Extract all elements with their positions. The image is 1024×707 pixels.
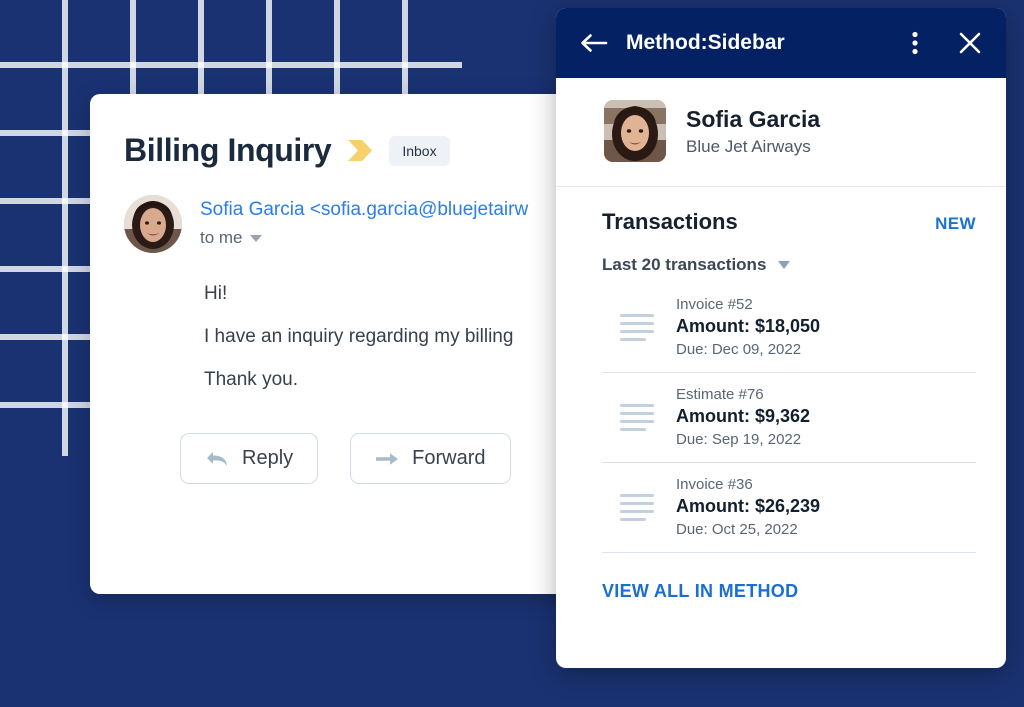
transaction-details: Invoice #52 Amount: $18,050 Due: Dec 09,… [676, 296, 820, 358]
transaction-due-date: Due: Dec 09, 2022 [676, 341, 802, 358]
reply-button-label: Reply [242, 447, 294, 469]
contact-name: Sofia Garcia [686, 105, 821, 132]
transaction-reference: Estimate #76 [676, 386, 764, 403]
contact-summary: Sofia Garcia Blue Jet Airways [556, 78, 1006, 187]
more-vertical-icon[interactable] [912, 31, 918, 55]
transactions-section: Transactions NEW Last 20 transactions In… [556, 187, 1006, 668]
forward-button[interactable]: Forward [350, 433, 511, 484]
forward-arrow-icon [376, 452, 399, 465]
forward-button-label: Forward [412, 447, 486, 469]
caret-down-icon [778, 261, 791, 269]
transactions-filter-dropdown[interactable]: Last 20 transactions [602, 255, 976, 275]
table-row[interactable]: Estimate #76 Amount: $9,362 Due: Sep 19,… [602, 373, 976, 463]
email-sender-row: Sofia Garcia <sofia.garcia@bluejetairw t… [124, 195, 528, 253]
transactions-header: Transactions NEW [602, 209, 976, 235]
transaction-due-date: Due: Oct 25, 2022 [676, 521, 798, 538]
sidebar-header: Method:Sidebar [556, 8, 1006, 78]
new-transaction-button[interactable]: NEW [935, 214, 976, 234]
transaction-reference: Invoice #36 [676, 476, 753, 493]
status-badge: Inbox [389, 135, 450, 166]
transaction-reference: Invoice #52 [676, 296, 753, 313]
close-x-icon[interactable] [958, 31, 982, 55]
yellow-chevron-icon [348, 140, 373, 161]
reply-arrow-icon [207, 451, 227, 466]
transaction-amount: Amount: $18,050 [676, 316, 821, 336]
document-lines-icon [620, 493, 654, 521]
table-row[interactable]: Invoice #36 Amount: $26,239 Due: Oct 25,… [602, 463, 976, 553]
document-lines-icon [620, 403, 654, 431]
email-card: Billing Inquiry Inbox Sofia Garcia <sofi… [90, 94, 572, 594]
table-row[interactable]: Invoice #52 Amount: $18,050 Due: Dec 09,… [602, 283, 976, 373]
view-all-in-method-link[interactable]: VIEW ALL IN METHOD [602, 553, 976, 602]
email-actions: Reply Forward [124, 433, 526, 484]
page-title: Billing Inquiry [124, 132, 332, 168]
recipient-label: to me [200, 228, 243, 247]
reply-button[interactable]: Reply [180, 433, 319, 484]
transactions-filter-label: Last 20 transactions [602, 255, 767, 274]
sidebar-title: Method:Sidebar [626, 31, 785, 54]
caret-down-icon [249, 234, 262, 242]
email-body-line: Thank you. [204, 369, 298, 390]
email-subject-row: Billing Inquiry Inbox [124, 132, 526, 169]
email-card-content: Billing Inquiry Inbox Sofia Garcia <sofi… [90, 94, 572, 484]
email-sender-text: Sofia Garcia <sofia.garcia@bluejetairw t… [200, 195, 528, 248]
transaction-details: Estimate #76 Amount: $9,362 Due: Sep 19,… [676, 386, 810, 448]
transaction-amount: Amount: $26,239 [676, 496, 821, 516]
document-lines-icon [620, 313, 654, 341]
email-body-line: I have an inquiry regarding my billing [204, 326, 514, 347]
transaction-amount: Amount: $9,362 [676, 406, 811, 426]
avatar [604, 100, 666, 162]
transactions-title: Transactions [602, 209, 738, 234]
avatar [124, 195, 182, 253]
method-sidebar-panel: Method:Sidebar Sofia Garcia Blue Jet Air… [556, 8, 1006, 668]
sender-email-link[interactable]: Sofia Garcia <sofia.garcia@bluejetairw [200, 199, 528, 221]
email-body-line: Hi! [204, 283, 228, 304]
transaction-due-date: Due: Sep 19, 2022 [676, 431, 802, 448]
transaction-details: Invoice #36 Amount: $26,239 Due: Oct 25,… [676, 476, 820, 538]
contact-text: Sofia Garcia Blue Jet Airways [686, 106, 820, 157]
arrow-left-icon[interactable] [580, 33, 608, 53]
transactions-list: Invoice #52 Amount: $18,050 Due: Dec 09,… [602, 283, 976, 553]
recipient-toggle[interactable]: to me [200, 228, 526, 248]
email-body: Hi! I have an inquiry regarding my billi… [124, 283, 526, 391]
contact-company: Blue Jet Airways [686, 136, 811, 156]
